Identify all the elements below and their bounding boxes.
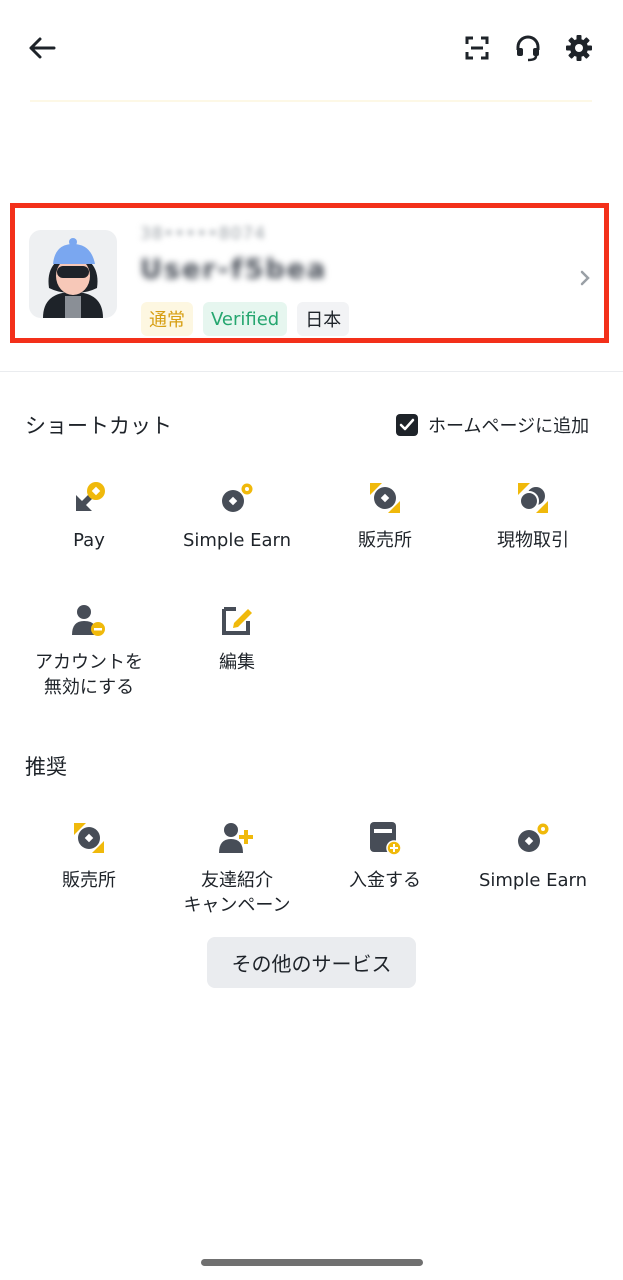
shortcut-simple-earn[interactable]: Simple Earn <box>162 478 312 553</box>
tier-badge: 通常 <box>141 302 193 336</box>
checkbox[interactable] <box>396 414 418 436</box>
badge-row: 通常 Verified 日本 <box>141 302 350 336</box>
disable-account-icon <box>69 600 109 640</box>
shortcut-label: 編集 <box>219 652 255 673</box>
pay-icon <box>69 478 109 518</box>
shortcut-pay[interactable]: Pay <box>14 478 164 553</box>
recommended-label: Simple Earn <box>478 870 588 891</box>
recommended-referral[interactable]: 友達紹介 キャンペーン <box>162 818 312 918</box>
gear-icon[interactable] <box>561 30 597 66</box>
top-bar <box>0 0 623 96</box>
label-line: キャンペーン <box>183 895 291 916</box>
shortcut-label: Pay <box>73 530 105 551</box>
add-to-home-toggle[interactable]: ホームページに追加 <box>396 412 589 438</box>
spot-trade-icon <box>513 478 553 518</box>
recommended-label: 入金する <box>349 870 421 891</box>
shortcut-label: アカウントを 無効にする <box>35 650 143 700</box>
recommended-deposit[interactable]: 入金する <box>310 818 460 893</box>
recommended-label: 販売所 <box>62 870 116 891</box>
label-line: 友達紹介 <box>200 870 273 891</box>
chevron-right-icon <box>580 270 590 290</box>
scan-icon[interactable] <box>460 32 494 64</box>
convert-icon <box>365 478 405 518</box>
section-divider <box>0 371 623 372</box>
referral-icon <box>217 818 257 858</box>
shortcut-label: 現物取引 <box>497 530 569 551</box>
user-nickname: User-f5bea <box>140 254 328 285</box>
country-badge: 日本 <box>297 302 350 336</box>
shortcut-disable-account[interactable]: アカウントを 無効にする <box>14 600 164 700</box>
simple-earn-icon <box>217 478 257 518</box>
label-line: アカウントを <box>35 652 143 673</box>
divider <box>30 100 592 102</box>
recommended-title: 推奨 <box>25 755 67 779</box>
convert-icon <box>69 818 109 858</box>
add-to-home-label: ホームページに追加 <box>428 416 590 437</box>
recommended-label: 友達紹介 キャンペーン <box>183 868 290 918</box>
label-line: 無効にする <box>43 677 135 698</box>
headset-icon[interactable] <box>510 30 546 66</box>
simple-earn-icon <box>513 818 553 858</box>
deposit-icon <box>365 818 405 858</box>
verified-badge: Verified <box>203 302 288 336</box>
shortcut-edit[interactable]: 編集 <box>162 600 312 675</box>
shortcut-convert[interactable]: 販売所 <box>310 478 460 553</box>
user-id: 38•••••8074 <box>140 224 267 244</box>
avatar <box>29 230 117 318</box>
home-indicator[interactable] <box>201 1259 423 1266</box>
shortcut-label: Simple Earn <box>182 530 292 551</box>
shortcut-label: 販売所 <box>358 530 412 551</box>
shortcuts-title: ショートカット <box>25 414 172 438</box>
arrow-left-icon[interactable] <box>22 30 62 66</box>
profile-card[interactable]: 38•••••8074 User-f5bea 通常 Verified 日本 <box>10 203 609 343</box>
recommended-convert[interactable]: 販売所 <box>14 818 164 893</box>
recommended-simple-earn[interactable]: Simple Earn <box>458 818 608 893</box>
edit-icon <box>217 600 257 640</box>
more-services-button[interactable]: その他のサービス <box>207 937 416 988</box>
shortcut-spot-trade[interactable]: 現物取引 <box>458 478 608 553</box>
